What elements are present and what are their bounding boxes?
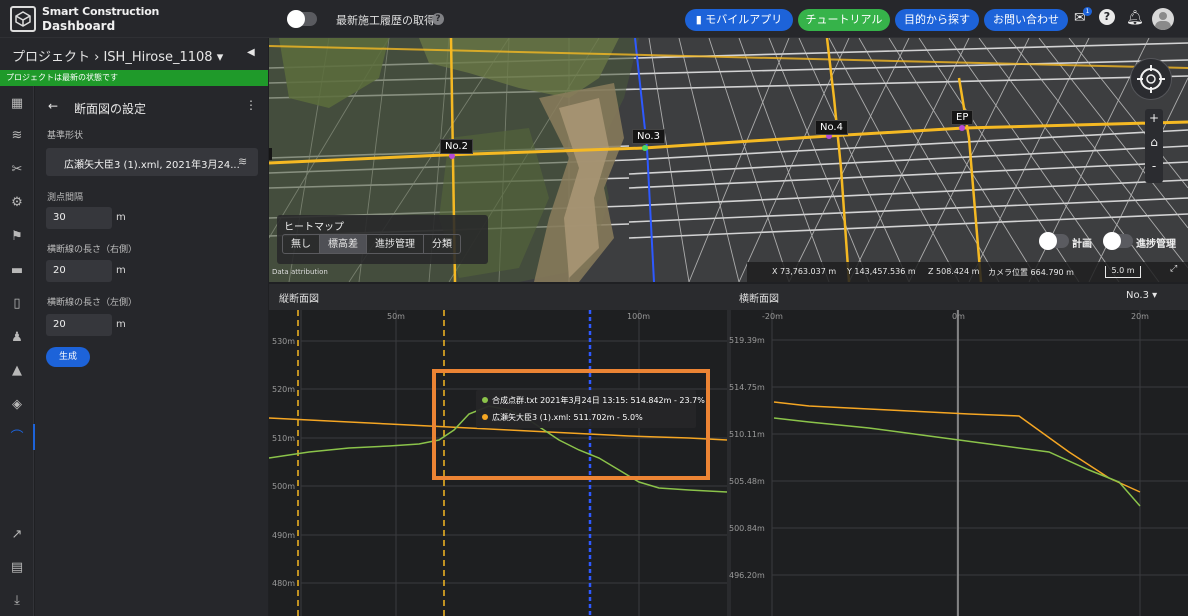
heatmap-title: ヒートマップ — [284, 222, 344, 233]
brand-line2: Dashboard — [42, 19, 116, 33]
data-attribution[interactable]: Data attribution — [272, 268, 328, 276]
longitudinal-title: 縦断面図 — [279, 294, 319, 305]
find-by-purpose-button[interactable]: 目的から探す — [895, 9, 979, 31]
paint-icon[interactable]: ◈ — [9, 397, 25, 413]
right-length-input[interactable]: 20 — [46, 260, 112, 282]
zoom-out-button[interactable]: - — [1145, 159, 1163, 173]
project-status-bar: プロジェクトは最新の状態です — [0, 70, 268, 86]
station-label-no4[interactable]: No.4 — [815, 120, 848, 135]
coord-z: Z 508.424 m — [928, 267, 980, 276]
cross-section-settings-panel: ← 断面図の設定 ⋮ 基準形状 広瀬矢大臣3 (1).xml, 2021年3月2… — [35, 86, 268, 616]
machine-icon[interactable]: ⚑ — [9, 229, 25, 245]
coord-y: Y 143,457.536 m — [847, 267, 916, 276]
project-title[interactable]: プロジェクト › ISH_Hirose_1108 ▾ — [12, 46, 223, 65]
more-menu-icon[interactable]: ⋮ — [245, 98, 257, 112]
progress-toggle[interactable] — [1103, 232, 1133, 250]
help-icon[interactable]: ? — [432, 13, 444, 25]
heatmap-panel: ヒートマップ 無し 標高差 進捗管理 分類 — [277, 215, 488, 264]
tooltip-row-terrain: 合成点群.txt 2021年3月24日 13:15: 514.842m - 23… — [482, 395, 705, 406]
mail-badge: 1 — [1083, 7, 1092, 16]
brand-line1: Smart Construction — [42, 5, 160, 18]
collapse-icon[interactable]: ◀ — [247, 47, 255, 58]
plan-toggle-label: 計画 — [1072, 239, 1092, 250]
mobile-app-button[interactable]: ▮ モバイルアプリ — [685, 9, 793, 31]
contact-button[interactable]: お問い合わせ — [984, 9, 1068, 31]
chart-icon[interactable]: ⌒ — [9, 430, 25, 446]
zoom-controls: + ⌂ - — [1145, 109, 1163, 183]
panel-title: 断面図の設定 — [74, 102, 147, 116]
heatmap-options: 無し 標高差 進捗管理 分類 — [282, 234, 461, 254]
logo-icon[interactable] — [10, 6, 36, 32]
settings-icon[interactable]: ⚙ — [9, 195, 25, 211]
base-shape-select[interactable]: 広瀬矢大臣3 (1).xml, 2021年3月24... ≋ — [46, 148, 258, 176]
design-dot-icon — [482, 414, 488, 420]
history-label: 最新施工履歴の取得 — [336, 14, 435, 27]
bell-icon[interactable]: 🔔︎ — [1126, 10, 1144, 26]
mobile-icon[interactable]: ▯ — [9, 296, 25, 312]
compass-icon[interactable] — [1130, 58, 1172, 100]
right-length-unit: m — [116, 265, 126, 276]
dashboard-icon[interactable]: ▦ — [9, 96, 25, 112]
heatmap-option-class[interactable]: 分類 — [424, 235, 460, 253]
terrain-dot-icon — [482, 397, 488, 403]
map-layer-toggles: 計画 進捗管理 — [1039, 230, 1179, 252]
generate-button[interactable]: 生成 — [46, 347, 90, 367]
home-icon[interactable]: ⌂ — [1145, 135, 1163, 149]
station-label-no2[interactable]: No.2 — [440, 139, 473, 154]
heatmap-option-elevation[interactable]: 標高差 — [320, 235, 367, 253]
zoom-in-button[interactable]: + — [1145, 111, 1163, 125]
left-length-input[interactable]: 20 — [46, 314, 112, 336]
tools-icon[interactable]: ✂ — [9, 162, 25, 178]
base-shape-value: 広瀬矢大臣3 (1).xml, 2021年3月24... — [64, 160, 240, 171]
series-svg — [269, 401, 1141, 507]
section-charts: 縦断面図 横断面図 No.3 ▾ 50m 100m 530m 520m 510m — [269, 284, 1188, 616]
back-arrow-icon[interactable]: ← — [48, 99, 58, 113]
spacing-label: 測点間隔 — [47, 193, 84, 203]
cross-design-line — [773, 401, 1141, 493]
station-label-ep[interactable]: EP — [951, 110, 974, 125]
help-circle-icon[interactable]: ? — [1099, 9, 1115, 25]
tooltip-row-design: 広瀬矢大臣3 (1).xml: 511.702m - 5.0% — [482, 412, 643, 423]
avatar[interactable] — [1152, 8, 1174, 30]
plan-toggle[interactable] — [1039, 232, 1069, 250]
coord-x: X 73,763.037 m — [772, 267, 837, 276]
heatmap-option-none[interactable]: 無し — [283, 235, 320, 253]
base-shape-label: 基準形状 — [47, 131, 84, 141]
history-toggle[interactable] — [287, 10, 317, 28]
project-status-text: プロジェクトは最新の状態です — [6, 73, 118, 82]
shapes-icon[interactable]: ▲ — [9, 363, 25, 379]
team-icon[interactable]: ♟ — [9, 330, 25, 346]
coordinate-bar: X 73,763.037 m Y 143,457.536 m Z 508.424… — [747, 262, 1188, 282]
fullscreen-icon[interactable]: ⤢ — [1170, 264, 1177, 274]
layers-icon[interactable]: ≋ — [9, 128, 25, 144]
scale-bar: 5.0 m — [1105, 266, 1141, 278]
right-length-label: 横断線の長さ（右側） — [47, 245, 138, 255]
camera-position: カメラ位置 664.790 m — [988, 268, 1074, 277]
document-icon[interactable]: ▤ — [9, 560, 25, 576]
folder-icon[interactable]: ▬ — [9, 263, 25, 279]
download-icon[interactable]: ⤓ — [9, 593, 25, 609]
layers-select-icon: ≋ — [238, 155, 248, 168]
station-label-no3[interactable]: No.3 — [632, 129, 665, 144]
top-bar: Smart Construction Dashboard 最新施工履歴の取得 ?… — [0, 0, 1188, 38]
left-length-unit: m — [116, 319, 126, 330]
progress-toggle-label: 進捗管理 — [1136, 239, 1176, 250]
left-length-label: 横断線の長さ（左側） — [47, 298, 138, 308]
external-link-icon[interactable]: ↗ — [9, 527, 25, 543]
cross-title: 横断面図 — [739, 294, 779, 305]
map-viewport[interactable]: No.2 No.3 No.4 EP + ⌂ - ヒートマップ 無し 標高差 進捗… — [269, 38, 1188, 282]
heatmap-option-progress[interactable]: 進捗管理 — [367, 235, 424, 253]
chart-tooltip: 合成点群.txt 2021年3月24日 13:15: 514.842m - 23… — [476, 390, 705, 428]
icon-rail: ▦ ≋ ✂ ⚙ ⚑ ▬ ▯ ♟ ▲ ◈ ⌒ ↗ ▤ ⤓ — [0, 86, 35, 616]
tutorial-button[interactable]: チュートリアル — [798, 9, 890, 31]
station-selector[interactable]: No.3 ▾ — [1126, 290, 1157, 301]
spacing-unit: m — [116, 212, 126, 223]
spacing-input[interactable]: 30 — [46, 207, 112, 229]
project-bar: プロジェクト › ISH_Hirose_1108 ▾ ◀ — [0, 38, 268, 70]
